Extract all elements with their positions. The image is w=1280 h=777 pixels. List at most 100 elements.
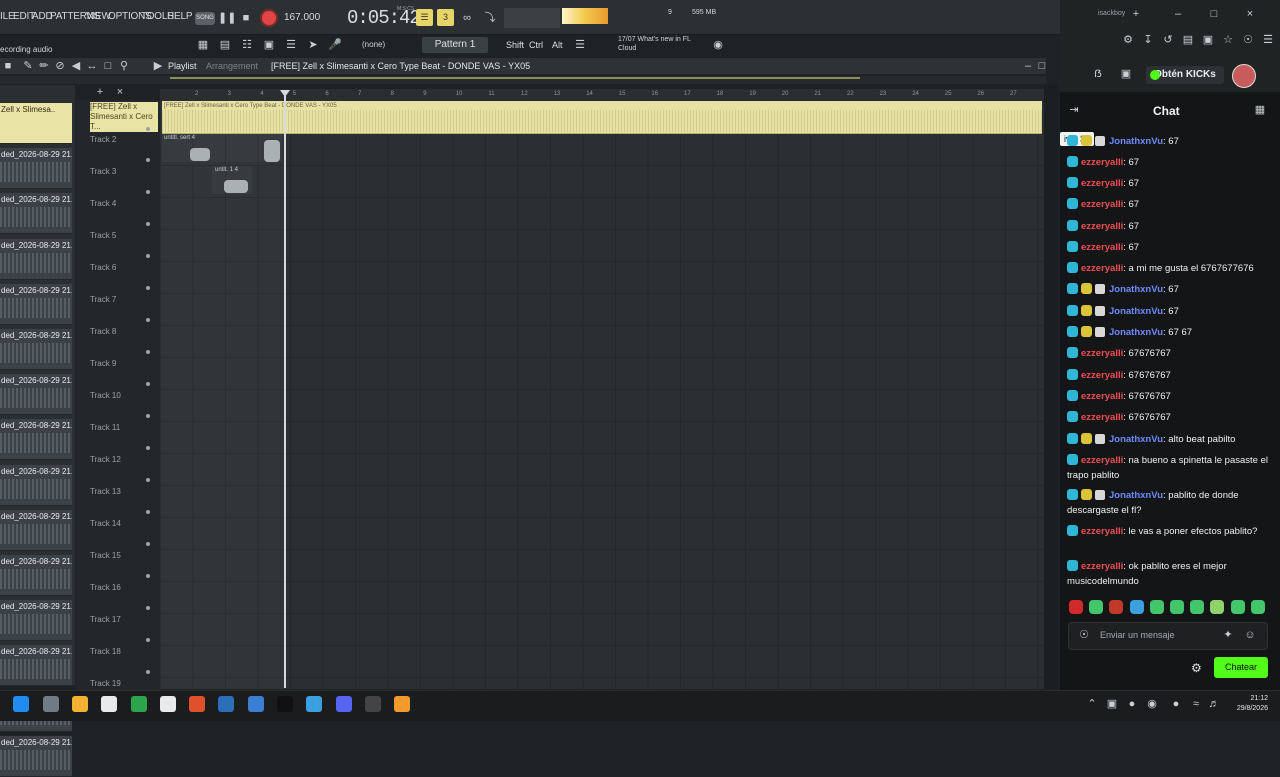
step-edit-icon[interactable]: ⤵ [482,10,498,26]
close-track-icon[interactable]: × [112,84,128,100]
arrow-right-icon[interactable]: ➤ [305,37,321,53]
emote-icon[interactable] [1230,600,1245,614]
shield-small-icon[interactable]: ☉ [1076,627,1092,643]
browser-tab[interactable]: isackboy [1098,10,1125,17]
picker-item[interactable]: ded_2026-08-29 21.. [0,509,72,551]
master-volume-meter[interactable] [562,8,608,24]
chat-username[interactable]: ezzeryalli [1081,391,1123,402]
stop-icon[interactable]: ■ [238,10,254,26]
emote-icon[interactable] [1069,600,1083,614]
mute-tool-icon[interactable]: ◀ [68,58,84,74]
track-label[interactable]: Track 4 [90,199,116,208]
emote-icon[interactable] [1109,600,1124,614]
history-icon[interactable]: ↺ [1160,32,1176,48]
browser-menu-icon[interactable]: ☰ [1260,32,1276,48]
obs-icon[interactable] [365,696,381,712]
file-explorer-icon[interactable] [72,696,88,712]
track-mute-indicator[interactable] [146,510,150,514]
pause-icon[interactable]: ❚❚ [218,10,236,26]
window-close-icon[interactable]: × [1242,6,1258,22]
zoom-tool-icon[interactable]: ⚲ [116,58,132,74]
picker-item[interactable]: ded_2026-08-29 21.. [0,555,72,596]
track-mute-indicator[interactable] [146,382,150,386]
tray-fl-icon[interactable]: ● [1124,696,1140,712]
track-label[interactable]: Track 13 [90,487,121,496]
tray-chevron-icon[interactable]: ⌃ [1084,696,1100,712]
delete-tool-icon[interactable]: ⊘ [52,58,68,74]
track-mute-indicator[interactable] [146,222,150,226]
track-label[interactable]: Track 16 [90,583,121,592]
picker-item[interactable]: ded_2026-08-29 21.. [0,374,72,416]
window-restore-icon[interactable]: □ [1206,6,1222,22]
emote-icon[interactable] [1170,600,1184,614]
emote-icon[interactable] [1129,600,1144,614]
track-label[interactable]: Track 11 [90,423,120,432]
midi-input-select[interactable]: (none) [362,40,385,49]
track-label[interactable]: Track 10 [90,391,121,400]
chat-username[interactable]: ezzeryalli [1081,178,1123,189]
xbox-icon[interactable] [131,696,147,712]
discord-icon[interactable] [336,696,352,712]
playlist-icon[interactable]: ▤ [217,37,233,53]
alt-key[interactable]: Alt [552,40,563,50]
chat-username[interactable]: ezzeryalli [1081,263,1123,274]
track-mute-indicator[interactable] [146,638,150,642]
microphone-icon[interactable]: 🎤 [327,37,343,53]
picker-item[interactable]: ded_2026-08-29 21.. [0,193,72,235]
tray-steam-icon[interactable]: ◉ [1144,696,1160,712]
picker-item[interactable]: ded_2026-08-29 21.. [0,148,72,190]
track-label[interactable]: Track 3 [90,167,116,176]
slip-tool-icon[interactable]: ↔ [84,58,100,74]
time-selection-bar[interactable] [170,77,860,79]
menu-help[interactable]: HELP [167,11,193,22]
playhead-marker[interactable] [280,90,290,97]
chat-username[interactable]: ezzeryalli [1081,370,1123,381]
collapse-chat-icon[interactable]: ⇥ [1066,102,1082,118]
emote-icon[interactable] [1149,600,1164,614]
wallet-icon[interactable]: ▣ [1200,32,1216,48]
gift-icon[interactable]: ▣ [1118,66,1134,82]
chat-username[interactable]: ezzeryalli [1081,199,1123,210]
emote-icon[interactable] [1250,600,1265,614]
browser-icon[interactable]: ■ [0,58,16,74]
chat-username[interactable]: ezzeryalli [1081,412,1123,423]
maximize-icon[interactable]: □ [1034,58,1050,74]
track-mute-indicator[interactable] [146,254,150,258]
picker-item[interactable]: ded_2026-08-29 21.. [0,238,72,280]
select-tool-icon[interactable]: □ [100,58,116,74]
chat-username[interactable]: JonathxnVu [1109,306,1163,317]
kick-emote-icon[interactable]: ✦ [1220,627,1236,643]
record-button[interactable] [262,11,276,25]
track-mute-indicator[interactable] [146,350,150,354]
news-panel[interactable]: 17/07 What's new in FL Cloud [618,35,708,53]
play-pattern-icon[interactable]: ▶ [150,58,166,74]
shield-icon[interactable]: ☉ [1240,32,1256,48]
extension-icon[interactable]: ⚙ [1120,32,1136,48]
track-label[interactable]: Track 19 [90,679,121,688]
track-mute-indicator[interactable] [146,606,150,610]
document-icon[interactable] [160,696,176,712]
tray-mic-icon[interactable]: ● [1168,696,1184,712]
picker-item[interactable]: ded_2026-08-29 21.. [0,329,72,370]
track-label[interactable]: Track 9 [90,359,116,368]
emote-icon[interactable] [1190,600,1205,614]
settings-app-icon[interactable] [43,696,59,712]
track-label[interactable]: Track 17 [90,615,121,624]
sidebar-icon[interactable]: ▤ [1180,32,1196,48]
track-mute-indicator[interactable] [146,670,150,674]
track-label[interactable]: Track 8 [90,327,116,336]
notepad-icon[interactable] [101,696,117,712]
chat-username[interactable]: ezzeryalli [1081,561,1123,572]
piano-roll-icon[interactable]: ☷ [239,37,255,53]
picker-item[interactable]: Zell x Slimesa.. [0,103,72,144]
track-mute-indicator[interactable] [146,190,150,194]
pattern-selector[interactable]: Pattern 1 [422,37,488,53]
metronome-icon[interactable]: ☰ [416,9,433,26]
shift-key[interactable]: Shift [506,40,524,50]
chat-username[interactable]: ezzeryalli [1081,526,1123,537]
track-label[interactable]: Track 12 [90,455,121,464]
track-mute-indicator[interactable] [146,446,150,450]
bookmark-icon[interactable]: ☆ [1220,32,1236,48]
playlist-grid[interactable] [160,101,1044,689]
track-label[interactable]: Track 7 [90,295,116,304]
